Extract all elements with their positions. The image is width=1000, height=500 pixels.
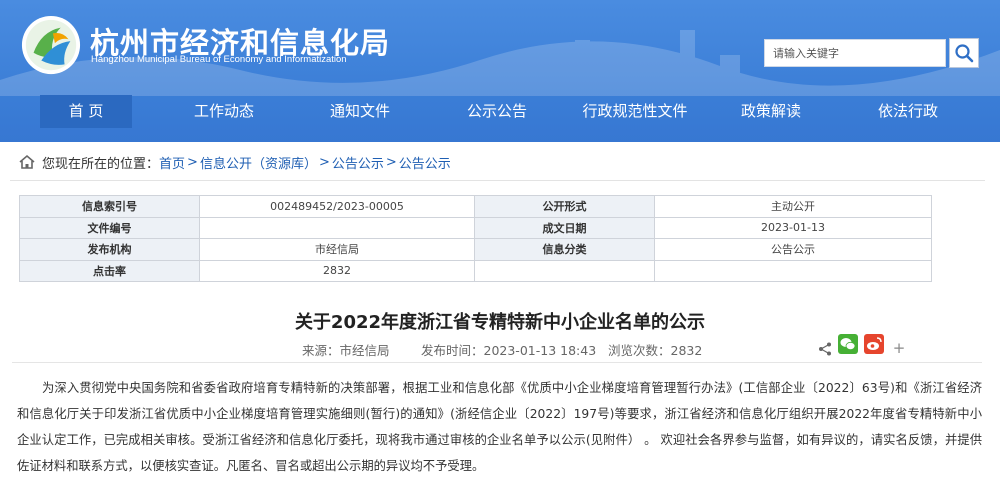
nav-item-notices[interactable]: 通知文件 xyxy=(314,95,406,128)
nav-item-regulatory-docs[interactable]: 行政规范性文件 xyxy=(575,95,695,128)
info-key: 点击率 xyxy=(19,259,200,282)
breadcrumb-separator: > xyxy=(318,154,330,170)
info-key: 信息分类 xyxy=(474,238,655,261)
info-key: 公开形式 xyxy=(474,195,655,218)
info-key: 信息索引号 xyxy=(19,195,200,218)
info-value: 主动公开 xyxy=(654,195,932,218)
nav-item-law-administration[interactable]: 依法行政 xyxy=(862,95,954,128)
search-icon xyxy=(955,44,974,63)
info-value-empty xyxy=(474,259,655,282)
nav-item-work-news[interactable]: 工作动态 xyxy=(178,95,270,128)
breadcrumb-prefix: 您现在所在的位置： xyxy=(42,156,160,172)
info-value xyxy=(199,216,475,239)
site-subtitle: Hangzhou Municipal Bureau of Economy and… xyxy=(91,54,347,65)
info-key: 文件编号 xyxy=(19,216,200,239)
wechat-icon xyxy=(838,334,858,354)
info-value: 市经信局 xyxy=(199,238,475,261)
share-icon xyxy=(819,342,831,356)
breadcrumb-link-announcements[interactable]: 公告公示 xyxy=(332,153,384,172)
article-publish-time: 发布时间：2023-01-13 18:43 xyxy=(421,343,597,358)
breadcrumb-separator: > xyxy=(187,154,198,170)
site-header: 杭州市经济和信息化局 Hangzhou Municipal Bureau of … xyxy=(0,0,1000,142)
info-value: 2023-01-13 xyxy=(654,216,932,239)
article-source: 来源：市经信局 xyxy=(302,343,390,358)
breadcrumb-link-announcements-current[interactable]: 公告公示 xyxy=(399,153,451,172)
more-share-button[interactable]: + xyxy=(889,338,909,358)
breadcrumb-divider xyxy=(10,180,985,181)
breadcrumb-link-info-open[interactable]: 信息公开（资源库） xyxy=(200,153,317,172)
breadcrumb-link-home[interactable]: 首页 xyxy=(159,153,185,172)
main-nav: 首 页 工作动态 通知文件 公示公告 行政规范性文件 政策解读 依法行政 xyxy=(0,95,1000,142)
info-value: 002489452/2023-00005 xyxy=(199,195,475,218)
article-title: 关于2022年度浙江省专精特新中小企业名单的公示 xyxy=(294,312,706,333)
weibo-share-button[interactable] xyxy=(864,334,884,354)
info-value: 2832 xyxy=(199,259,475,282)
nav-item-home[interactable]: 首 页 xyxy=(40,95,132,128)
info-value-empty xyxy=(654,259,932,282)
breadcrumb-separator: > xyxy=(385,154,397,170)
info-key: 发布机构 xyxy=(19,238,200,261)
table-row: 文件编号 成文日期 2023-01-13 xyxy=(19,216,932,239)
home-icon xyxy=(19,154,35,169)
table-row: 发布机构 市经信局 信息分类 公告公示 xyxy=(19,238,932,261)
table-row: 点击率 2832 xyxy=(19,259,932,282)
wechat-share-button[interactable] xyxy=(838,334,858,354)
search-button[interactable] xyxy=(949,38,979,68)
article-body: 为深入贯彻党中央国务院和省委省政府培育专精特新的决策部署，根据工业和信息化部《优… xyxy=(17,381,982,473)
nav-item-announcements[interactable]: 公示公告 xyxy=(451,95,543,128)
table-row: 信息索引号 002489452/2023-00005 公开形式 主动公开 xyxy=(19,195,932,218)
logo-emblem xyxy=(21,15,81,75)
info-value: 公告公示 xyxy=(654,238,932,261)
breadcrumb: 您现在所在的位置： 首页 > 信息公开（资源库） > 公告公示 > 公告公示 xyxy=(18,152,451,172)
article-meta-divider xyxy=(12,362,982,363)
weibo-icon xyxy=(864,334,884,354)
search-input[interactable] xyxy=(764,39,946,67)
article-view-count: 浏览次数：2832 xyxy=(608,343,703,358)
info-key: 成文日期 xyxy=(474,216,655,239)
share-button[interactable] xyxy=(815,339,835,359)
info-table: 信息索引号 002489452/2023-00005 公开形式 主动公开 文件编… xyxy=(19,195,932,282)
nav-item-policy-interpretation[interactable]: 政策解读 xyxy=(725,95,817,128)
